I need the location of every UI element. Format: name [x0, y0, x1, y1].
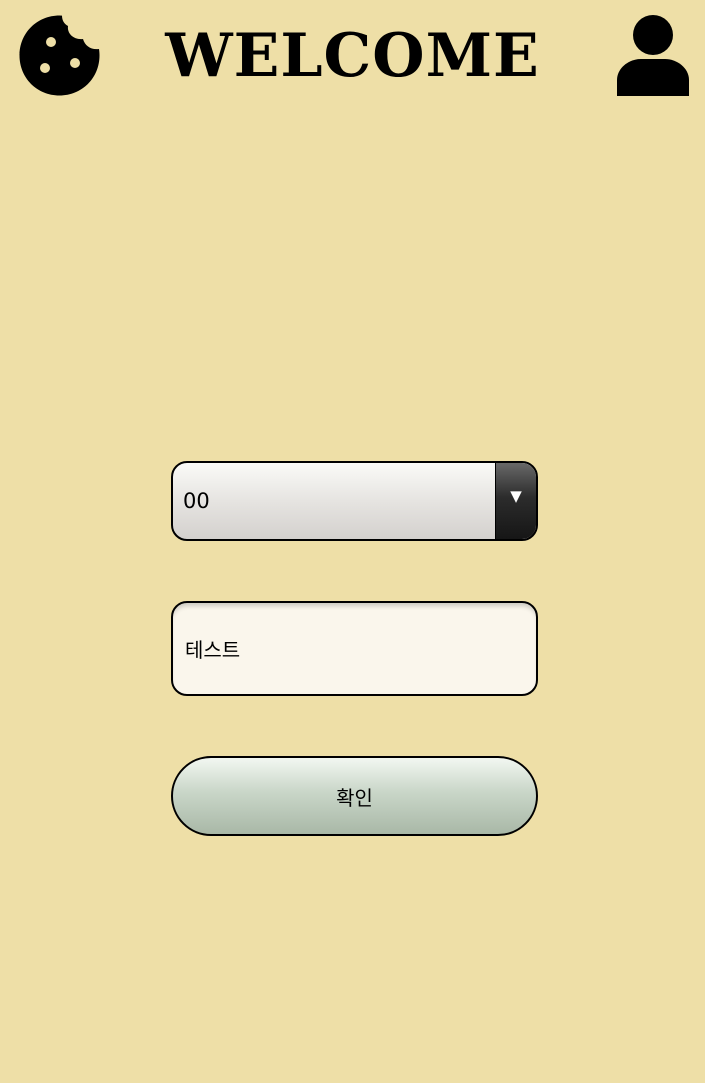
select-value: 00 [183, 489, 210, 513]
chevron-down-icon[interactable]: ▼ [495, 463, 536, 539]
confirm-button[interactable]: 확인 [171, 756, 538, 836]
user-icon[interactable] [617, 15, 689, 96]
page-title: WELCOME [165, 21, 540, 91]
text-input[interactable] [171, 601, 538, 696]
select-dropdown[interactable]: 00 ▼ [171, 461, 538, 541]
